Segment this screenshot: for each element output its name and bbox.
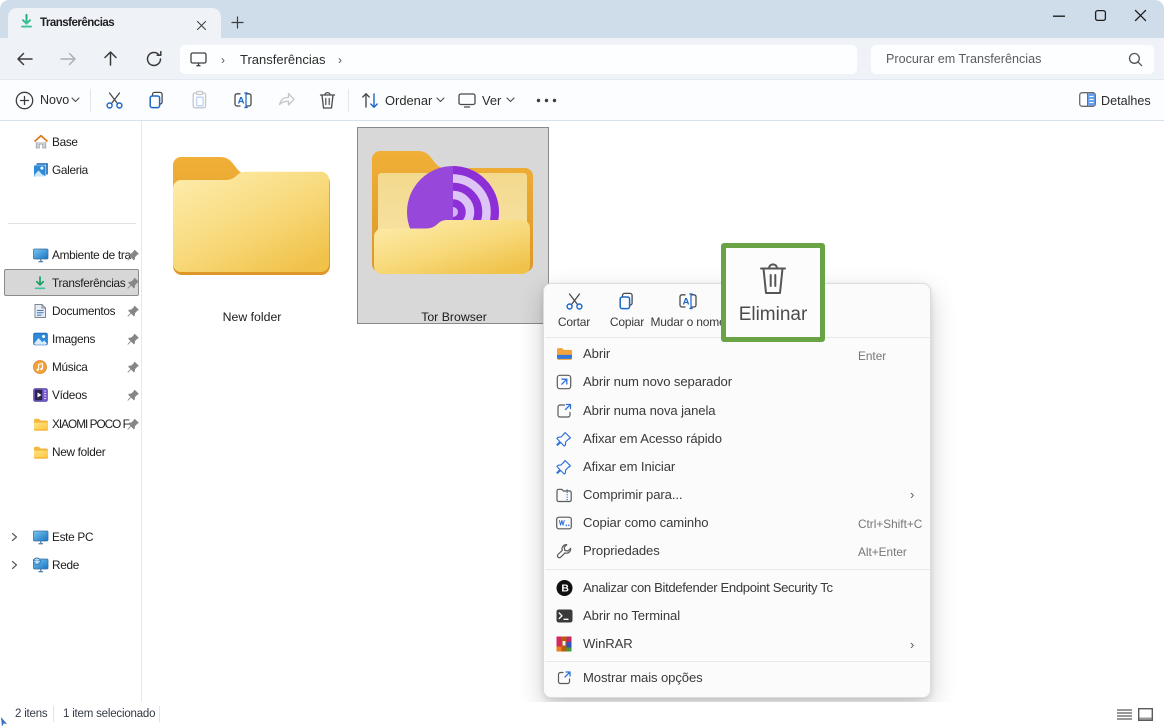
svg-text:A: A: [238, 96, 245, 107]
svg-text:A: A: [683, 297, 690, 308]
svg-text:B: B: [561, 583, 569, 595]
